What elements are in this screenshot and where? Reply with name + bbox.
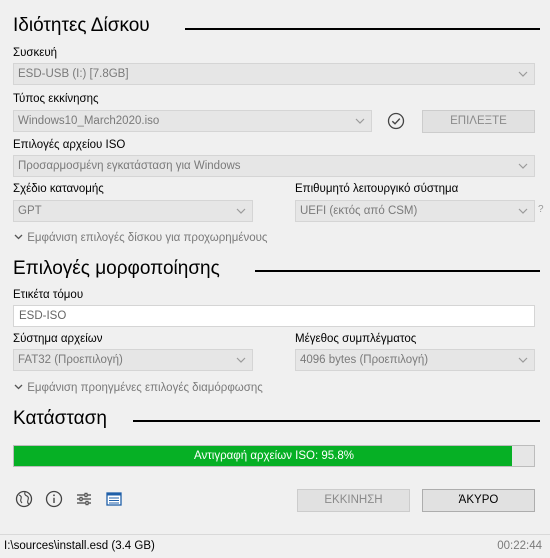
boot-selection-label: Τύπος εκκίνησης [13,93,99,105]
volume-label-input[interactable]: ESD-ISO [13,305,535,327]
chevron-down-icon [235,202,247,220]
chevron-down-icon [517,157,529,175]
partition-scheme-label: Σχέδιο κατανομής [13,183,104,195]
status-title: Κατάσταση [13,408,107,429]
target-system-value: UEFI (εκτός από CSM) [300,205,418,217]
cancel-button[interactable]: ΆΚΥΡΟ [422,489,535,512]
cluster-size-dropdown[interactable]: 4096 bytes (Προεπιλογή) [295,349,535,371]
advanced-format-toggle[interactable]: Εμφάνιση προηγμένες επιλογές διαμόρφωσης [14,382,263,394]
advanced-format-label: Εμφάνιση προηγμένες επιλογές διαμόρφωσης [27,382,263,394]
iso-options-dropdown[interactable]: Προσαρμοσμένη εγκατάσταση για Windows [13,155,535,177]
device-label: Συσκευή [13,47,58,59]
elapsed-time: 00:22:44 [497,540,542,552]
globe-icon[interactable] [14,489,34,509]
iso-options-label: Επιλογές αρχείου ISO [13,139,126,151]
select-image-button[interactable]: ΕΠΙΛΕΞΤΕ [422,110,535,133]
chevron-down-icon [517,65,529,83]
device-value: ESD-USB (I:) [7.8GB] [18,68,129,80]
log-icon[interactable] [104,489,124,509]
iso-options-value: Προσαρμοσμένη εγκατάσταση για Windows [18,160,241,172]
cluster-size-value: 4096 bytes (Προεπιλογή) [300,354,429,366]
target-system-label: Επιθυμητό λειτουργικό σύστημα [295,183,459,195]
title-divider [185,28,540,30]
status-bar: I:\sources\install.esd (3.4 GB) 00:22:44 [0,534,550,558]
progress-bar: Αντιγραφή αρχείων ISO: 95.8% [13,445,535,467]
chevron-down-icon [517,351,529,369]
chevron-down-icon [14,232,24,244]
boot-selection-value: Windows10_March2020.iso [18,115,160,127]
settings-sliders-icon[interactable] [74,489,94,509]
chevron-down-icon [14,382,24,394]
title-divider [255,270,540,272]
progress-text: Αντιγραφή αρχείων ISO: 95.8% [194,450,354,462]
target-system-dropdown[interactable]: UEFI (εκτός από CSM) [295,200,535,222]
device-dropdown[interactable]: ESD-USB (I:) [7.8GB] [13,63,535,85]
drive-properties-title: Ιδιότητες Δίσκου [13,15,150,36]
format-options-title: Επιλογές μορφοποίησης [13,258,220,279]
chevron-down-icon [235,351,247,369]
partition-scheme-value: GPT [18,205,42,217]
file-system-label: Σύστημα αρχείων [13,333,103,345]
advanced-drive-label: Εμφάνιση επιλογές δίσκου για προχωρημένο… [27,232,268,244]
help-mark[interactable]: ? [538,204,544,215]
info-icon[interactable] [44,489,64,509]
cluster-size-label: Μέγεθος συμπλέγματος [295,333,417,345]
volume-label-label: Ετικέτα τόμου [13,289,84,301]
chevron-down-icon [354,112,366,130]
verify-checkmark-icon[interactable] [386,111,406,131]
advanced-drive-toggle[interactable]: Εμφάνιση επιλογές δίσκου για προχωρημένο… [14,232,267,244]
partition-scheme-dropdown[interactable]: GPT [13,200,253,222]
title-divider [133,420,540,422]
status-file-text: I:\sources\install.esd (3.4 GB) [4,540,155,552]
boot-selection-dropdown[interactable]: Windows10_March2020.iso [13,110,372,132]
chevron-down-icon [517,202,529,220]
file-system-value: FAT32 (Προεπιλογή) [18,354,123,366]
file-system-dropdown[interactable]: FAT32 (Προεπιλογή) [13,349,253,371]
start-button[interactable]: ΕΚΚΙΝΗΣΗ [297,489,410,512]
